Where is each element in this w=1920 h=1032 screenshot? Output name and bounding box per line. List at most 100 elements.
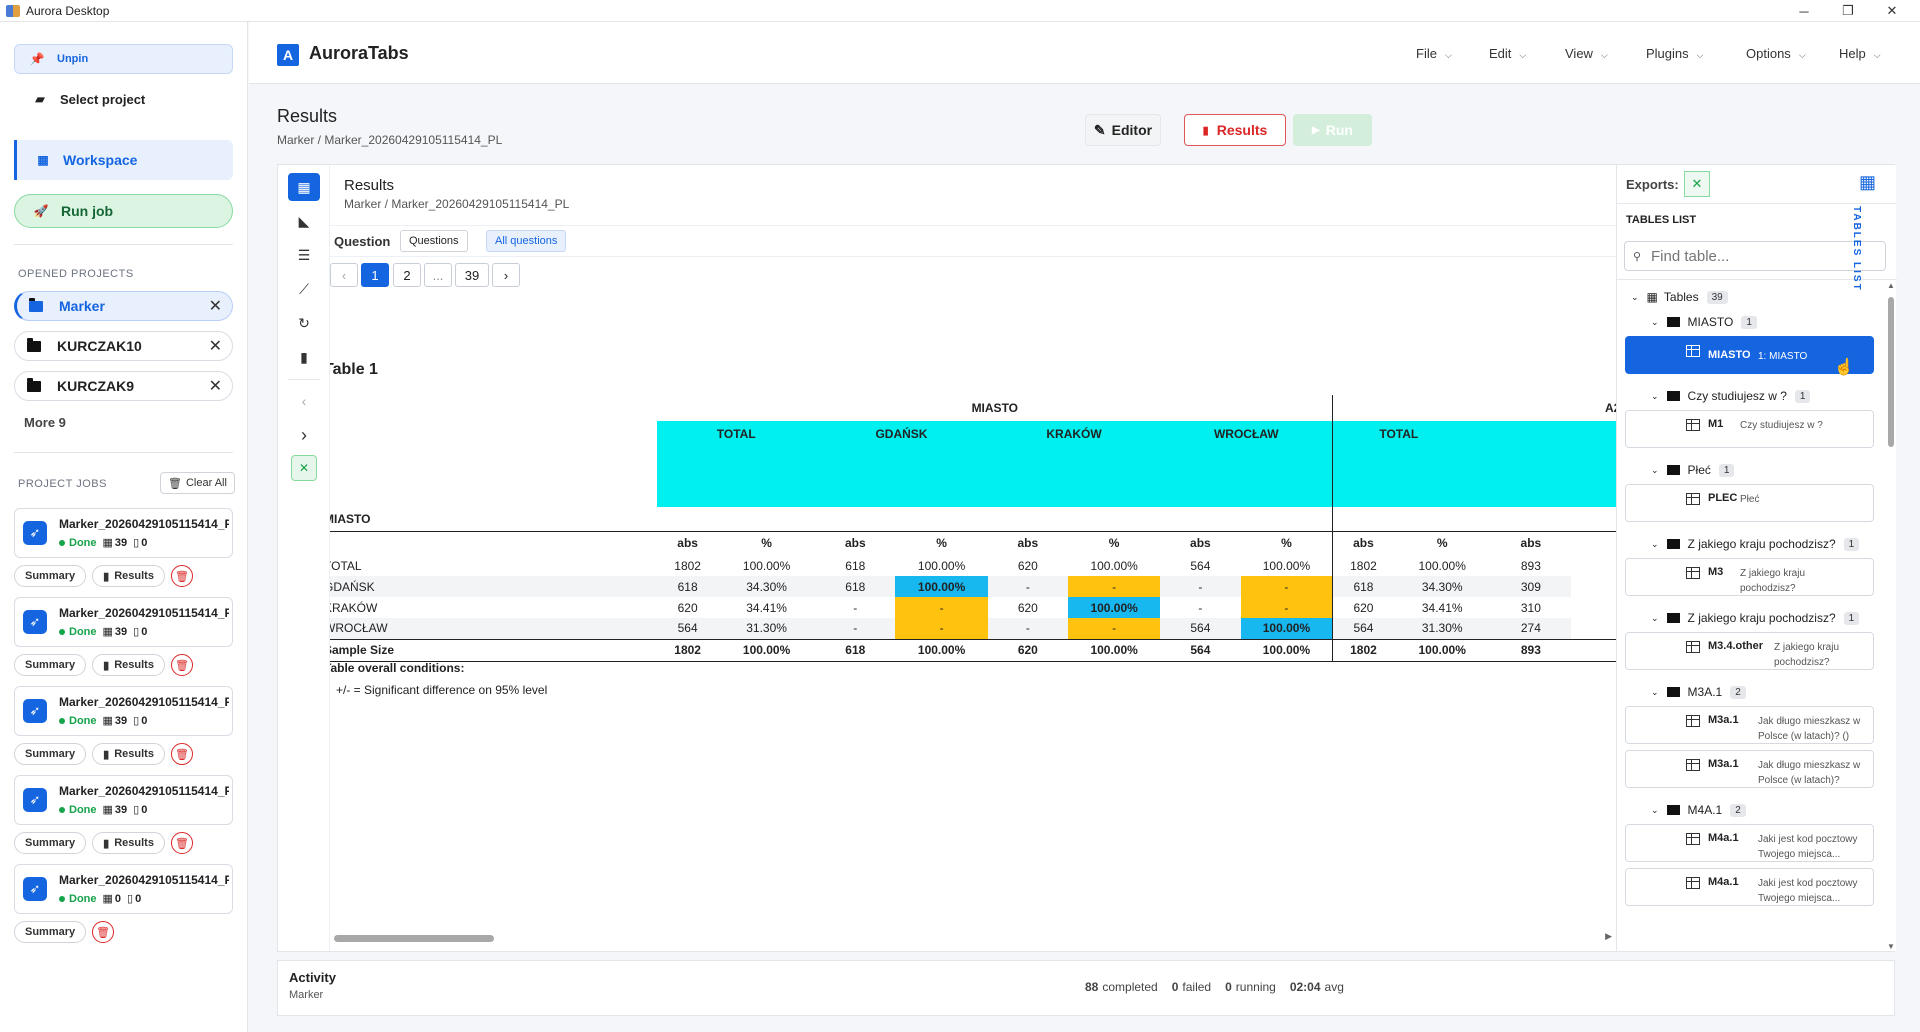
- clear-all-button[interactable]: 🗑 Clear All: [160, 472, 235, 494]
- all-questions-button[interactable]: All questions: [486, 230, 567, 252]
- line-chart-icon[interactable]: ⟋: [288, 275, 320, 303]
- tree-folder[interactable]: ⌄ MIASTO 1: [1651, 312, 1757, 332]
- results-button[interactable]: ▮ Results: [92, 743, 165, 765]
- table-view-icon[interactable]: ▦: [288, 173, 320, 201]
- tree-folder[interactable]: ⌄ M3A.1 2: [1651, 682, 1746, 702]
- row-label: Sample Size: [330, 643, 395, 657]
- project-tab-marker[interactable]: Marker ✕: [14, 291, 233, 321]
- project-tab-kurczak10[interactable]: KURCZAK10 ✕: [14, 331, 233, 361]
- pager-page-1[interactable]: 1: [361, 263, 389, 287]
- scroll-thumb[interactable]: [334, 935, 494, 942]
- banner-column: TOTAL: [1332, 421, 1616, 507]
- job-card[interactable]: ➶ Marker_20260429105115414_PL Done ▦ 39 ▯…: [14, 686, 233, 736]
- table-list-item[interactable]: M1 Czy studiujesz w ?: [1625, 410, 1874, 448]
- excel-icon[interactable]: ✕: [1684, 171, 1710, 197]
- table-cell: 618: [845, 579, 866, 594]
- minimize-button[interactable]: ─: [1782, 0, 1826, 22]
- pager-next[interactable]: ›: [492, 263, 520, 287]
- delete-job-icon[interactable]: 🗑: [170, 565, 193, 587]
- chevron-right-icon[interactable]: ›: [288, 421, 320, 449]
- table-icon: ▦: [1859, 172, 1877, 192]
- questions-button[interactable]: Questions: [400, 230, 468, 252]
- tree-folder[interactable]: ⌄ Płeć 1: [1651, 460, 1735, 480]
- select-project-button[interactable]: ▰ Select project: [14, 84, 233, 114]
- menu-view[interactable]: View ⌵: [1565, 46, 1608, 61]
- table-list-item[interactable]: M3a.1 Jak długo mieszkasz w Polsce (w la…: [1625, 706, 1874, 744]
- menu-edit[interactable]: Edit ⌵: [1489, 46, 1526, 61]
- delete-job-icon[interactable]: 🗑: [170, 832, 193, 854]
- results-button[interactable]: ▮ Results: [1184, 114, 1286, 146]
- pin-icon: 📌: [29, 52, 45, 66]
- excel-export-icon[interactable]: ✕: [291, 455, 317, 481]
- table-list-item[interactable]: M3 Z jakiego kraju pochodzisz?: [1625, 558, 1874, 596]
- bar-list-icon[interactable]: ☰: [288, 241, 320, 269]
- table-cell: -: [1240, 597, 1334, 618]
- horizontal-scrollbar[interactable]: ◀ ▶: [330, 931, 1612, 945]
- delete-job-icon[interactable]: 🗑: [170, 654, 193, 676]
- tree-folder[interactable]: ⌄ Z jakiego kraju pochodzisz? 1: [1651, 534, 1860, 554]
- table-row: Sample Size 1802 100.00% 618 100.00% 620 100.0…: [330, 639, 1616, 661]
- results-title: Results: [344, 177, 395, 194]
- table-cell: 34.41%: [746, 600, 787, 615]
- table-cell: 620: [1017, 600, 1038, 615]
- more-projects-link[interactable]: More 9: [24, 415, 66, 430]
- unpin-button[interactable]: 📌 Unpin: [14, 44, 233, 74]
- close-project-icon[interactable]: ✕: [209, 336, 222, 356]
- job-card[interactable]: ➶ Marker_20260429105115414_PL Done ▦ 0 ▯ 0: [14, 864, 233, 914]
- table-cell: 100.00%: [742, 643, 791, 657]
- pager-page-2[interactable]: 2: [393, 263, 421, 287]
- summary-button[interactable]: Summary: [14, 832, 87, 854]
- run-job-button[interactable]: 🚀 Run job: [14, 194, 233, 228]
- tables-list-strip[interactable]: ▦ TABLES LIST: [1839, 164, 1895, 952]
- table-list-item[interactable]: M4a.1 Jaki jest kod pocztowy Twojego mie…: [1625, 824, 1874, 862]
- delete-job-icon[interactable]: 🗑: [92, 921, 115, 943]
- pencil-icon: ✎: [1093, 121, 1106, 138]
- editor-button[interactable]: ✎ Editor: [1085, 114, 1161, 146]
- area-chart-icon[interactable]: ◣: [288, 207, 320, 235]
- summary-button[interactable]: Summary: [14, 565, 87, 587]
- table-cell: 100.00%: [1067, 597, 1161, 618]
- tree-folder[interactable]: ⌄ Czy studiujesz w ? 1: [1651, 386, 1811, 406]
- table-list-item[interactable]: M3.4.other Z jakiego kraju pochodzisz?: [1625, 632, 1874, 670]
- close-project-icon[interactable]: ✕: [209, 296, 222, 316]
- table-list-item[interactable]: MIASTO 1: MIASTO ☝: [1625, 336, 1874, 376]
- menu-file[interactable]: File ⌵: [1416, 46, 1452, 61]
- tree-root[interactable]: ⌄ ▦ Tables 39: [1631, 287, 1728, 307]
- close-project-icon[interactable]: ✕: [209, 376, 222, 396]
- opened-projects-label: OPENED PROJECTS: [18, 268, 134, 280]
- table-list-item[interactable]: M3a.1 Jak długo mieszkasz w Polsce (w la…: [1625, 750, 1874, 788]
- menu-plugins[interactable]: Plugins ⌵: [1646, 46, 1703, 61]
- pager-prev[interactable]: ‹: [330, 263, 358, 287]
- tree-folder[interactable]: ⌄ Z jakiego kraju pochodzisz? 1: [1651, 608, 1860, 628]
- menu-help[interactable]: Help ⌵: [1839, 46, 1881, 61]
- chevron-down-icon: ⌄: [1651, 686, 1659, 697]
- summary-button[interactable]: Summary: [14, 743, 87, 765]
- delete-job-icon[interactable]: 🗑: [170, 743, 193, 765]
- chevron-left-icon[interactable]: ‹: [288, 387, 320, 415]
- table-cell: 100.00%: [895, 576, 988, 597]
- run-button[interactable]: ▶ Run: [1293, 114, 1372, 146]
- close-window-button[interactable]: ✕: [1870, 0, 1914, 22]
- results-button[interactable]: ▮ Results: [92, 654, 165, 676]
- refresh-icon[interactable]: ↻: [288, 309, 320, 337]
- results-button[interactable]: ▮ Results: [92, 565, 165, 587]
- tree-folder[interactable]: ⌄ M4A.1 2: [1651, 800, 1746, 820]
- table-icon: [1686, 877, 1700, 889]
- column-chart-icon[interactable]: ▮: [288, 343, 320, 371]
- table-list-item[interactable]: M4a.1 Jaki jest kod pocztowy Twojego mie…: [1625, 868, 1874, 906]
- job-card[interactable]: ➶ Marker_20260429105115414_PL Done ▦ 39 ▯…: [14, 775, 233, 825]
- table-list-item[interactable]: PLEC Płeć: [1625, 484, 1874, 522]
- restore-button[interactable]: ❐: [1826, 0, 1870, 22]
- job-card[interactable]: ➶ Marker_20260429105115414_PL Done ▦ 39 ▯…: [14, 508, 233, 558]
- job-card[interactable]: ➶ Marker_20260429105115414_PL Done ▦ 39 ▯…: [14, 597, 233, 647]
- menu-options[interactable]: Options ⌵: [1746, 46, 1806, 61]
- project-tab-kurczak9[interactable]: KURCZAK9 ✕: [14, 371, 233, 401]
- workspace-nav[interactable]: ▦ Workspace: [14, 140, 233, 180]
- question-bar: Question Questions All questions: [330, 225, 1616, 257]
- table-count-icon: ▦: [102, 537, 113, 549]
- results-button[interactable]: ▮ Results: [92, 832, 165, 854]
- pager-page-39[interactable]: 39: [455, 263, 489, 287]
- table-count-icon: ▦: [102, 626, 113, 638]
- summary-button[interactable]: Summary: [14, 654, 87, 676]
- summary-button[interactable]: Summary: [14, 921, 87, 943]
